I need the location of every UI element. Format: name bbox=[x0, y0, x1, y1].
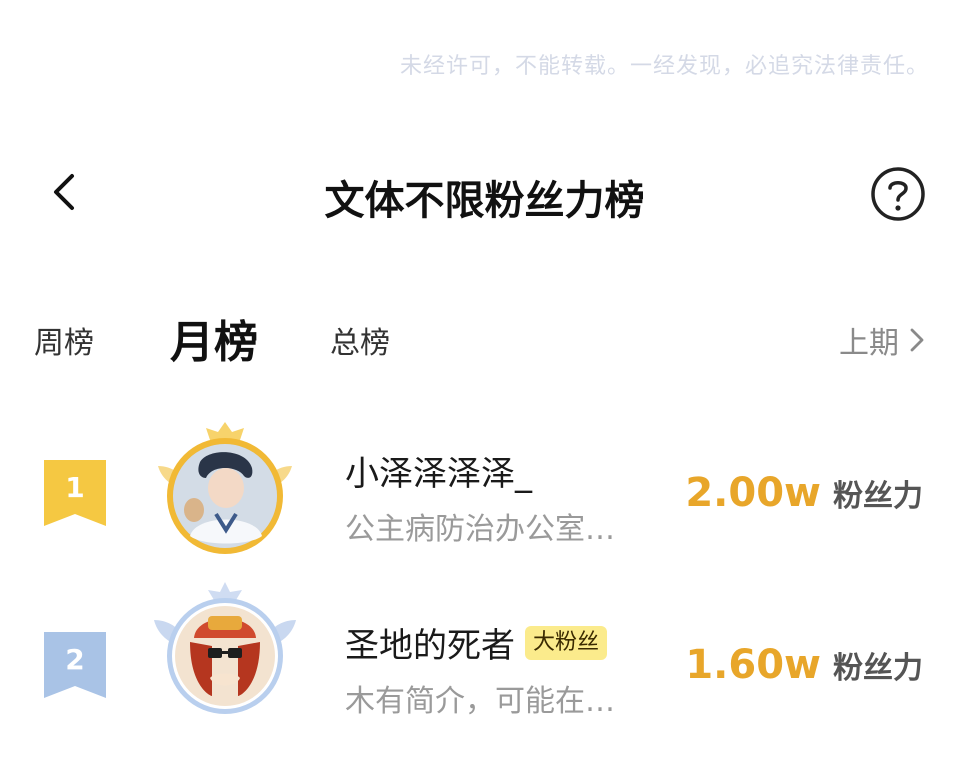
fan-level-badge: 大粉丝 bbox=[525, 625, 608, 660]
nav-bar: 文体不限粉丝力榜 bbox=[0, 160, 969, 224]
score-value: 2.00w bbox=[685, 470, 821, 516]
avatar-wings-frame-icon bbox=[154, 582, 296, 714]
user-name-text: 小泽泽泽泽_ bbox=[345, 454, 532, 494]
avatar[interactable] bbox=[150, 576, 300, 726]
rank-badge: 1 bbox=[44, 460, 106, 526]
user-bio: 木有简介，可能在… bbox=[345, 684, 615, 719]
period-tabs: 周榜 月榜 总榜 上期 bbox=[0, 300, 969, 370]
ranking-row[interactable]: 1 小泽泽泽泽_ 公主病防治办公室… 2.00w 粉丝力 bbox=[0, 418, 969, 568]
question-circle-icon bbox=[871, 167, 925, 221]
avatar-crown-frame-icon bbox=[158, 422, 292, 554]
tab-month[interactable]: 月榜 bbox=[170, 306, 258, 370]
score-value: 1.60w bbox=[685, 642, 821, 688]
copyright-watermark: 未经许可，不能转载。一经发现，必追究法律责任。 bbox=[399, 54, 929, 79]
user-bio: 公主病防治办公室… bbox=[345, 512, 615, 547]
previous-period-label: 上期 bbox=[839, 326, 899, 361]
score-unit: 粉丝力 bbox=[833, 651, 923, 686]
user-name[interactable]: 小泽泽泽泽_ bbox=[345, 446, 532, 495]
fan-power-score: 1.60w 粉丝力 bbox=[685, 642, 923, 688]
rank-badge: 2 bbox=[44, 632, 106, 698]
fan-power-score: 2.00w 粉丝力 bbox=[685, 470, 923, 516]
ranking-row[interactable]: 2 圣地的死者 大粉丝 木有简介，可能在… 1.60w 粉丝力 bbox=[0, 582, 969, 740]
score-unit: 粉丝力 bbox=[833, 479, 923, 514]
tab-week[interactable]: 周榜 bbox=[34, 318, 94, 362]
user-name-text: 圣地的死者 bbox=[345, 626, 515, 666]
rank-number: 1 bbox=[65, 471, 85, 504]
user-name[interactable]: 圣地的死者 大粉丝 bbox=[345, 618, 608, 667]
tab-total[interactable]: 总榜 bbox=[330, 318, 390, 362]
page-title: 文体不限粉丝力榜 bbox=[324, 178, 645, 224]
avatar[interactable] bbox=[150, 418, 300, 568]
chevron-right-icon bbox=[910, 328, 924, 352]
previous-period-link[interactable]: 上期 bbox=[839, 318, 925, 362]
rank-number: 2 bbox=[65, 643, 85, 676]
leaderboard-page: 未经许可，不能转载。一经发现，必追究法律责任。 文体不限粉丝力榜 周榜 月榜 总… bbox=[0, 0, 969, 757]
help-button[interactable] bbox=[870, 166, 926, 222]
